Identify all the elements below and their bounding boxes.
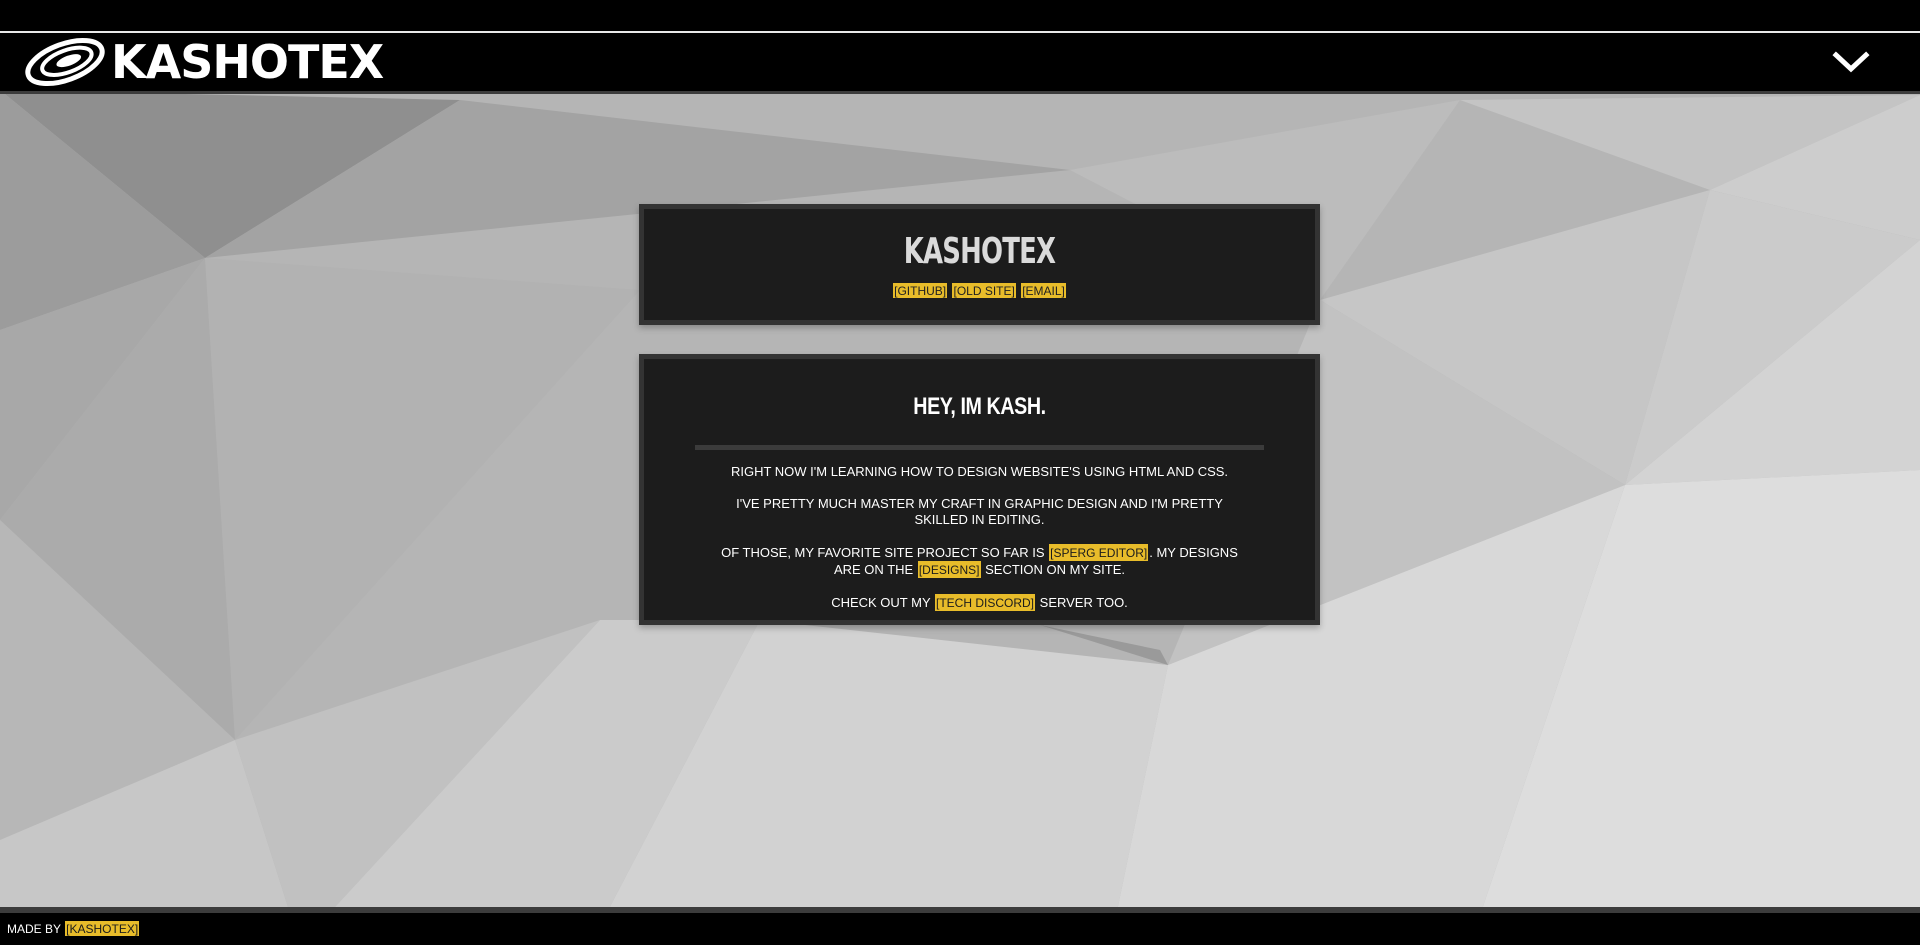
divider xyxy=(695,445,1264,450)
sperg-editor-link[interactable]: [SPERG EDITOR] xyxy=(1049,544,1149,561)
author-link[interactable]: [KASHOTEX] xyxy=(65,921,140,936)
top-strip xyxy=(0,0,1920,33)
made-by-label: MADE BY xyxy=(7,922,65,936)
tech-discord-link[interactable]: [TECH DISCORD] xyxy=(935,594,1036,611)
about-paragraph-1: RIGHT NOW I'M LEARNING HOW TO DESIGN WEB… xyxy=(730,464,1229,479)
galaxy-icon xyxy=(25,37,105,87)
logo-text: KASHOTEX xyxy=(111,35,384,89)
about-paragraph-2: I'VE PRETTY MUCH MASTER MY CRAFT IN GRAP… xyxy=(736,496,1223,527)
p3-text-after: SECTION ON MY SITE. xyxy=(981,562,1126,577)
designs-link[interactable]: [DESIGNS] xyxy=(917,561,981,578)
email-link[interactable]: [EMAIL] xyxy=(1021,283,1066,298)
old-site-link[interactable]: [OLD SITE] xyxy=(952,283,1016,298)
footer-credit: MADE BY [KASHOTEX] xyxy=(7,921,140,936)
github-link[interactable]: [GITHUB] xyxy=(893,283,948,298)
intro-card: KASHOTEX [GITHUB] [OLD SITE] [EMAIL] xyxy=(639,204,1320,325)
site-header: KASHOTEX xyxy=(0,33,1920,94)
site-footer: MADE BY [KASHOTEX] xyxy=(0,907,1920,945)
site-logo[interactable]: KASHOTEX xyxy=(24,35,384,89)
about-card: HEY, IM KASH. RIGHT NOW I'M LEARNING HOW… xyxy=(639,354,1320,625)
p4-text-before: CHECK OUT MY xyxy=(831,595,935,610)
about-heading: HEY, IM KASH. xyxy=(913,393,1046,420)
about-paragraph-4: CHECK OUT MY [TECH DISCORD] SERVER TOO. xyxy=(710,594,1249,611)
about-paragraph-3: OF THOSE, MY FAVORITE SITE PROJECT SO FA… xyxy=(710,544,1249,578)
p4-text-after: SERVER TOO. xyxy=(1036,595,1128,610)
chevron-down-icon[interactable] xyxy=(1832,46,1870,78)
intro-title: KASHOTEX xyxy=(903,231,1056,272)
intro-links: [GITHUB] [OLD SITE] [EMAIL] xyxy=(644,283,1315,298)
p3-text-before: OF THOSE, MY FAVORITE SITE PROJECT SO FA… xyxy=(721,545,1049,560)
